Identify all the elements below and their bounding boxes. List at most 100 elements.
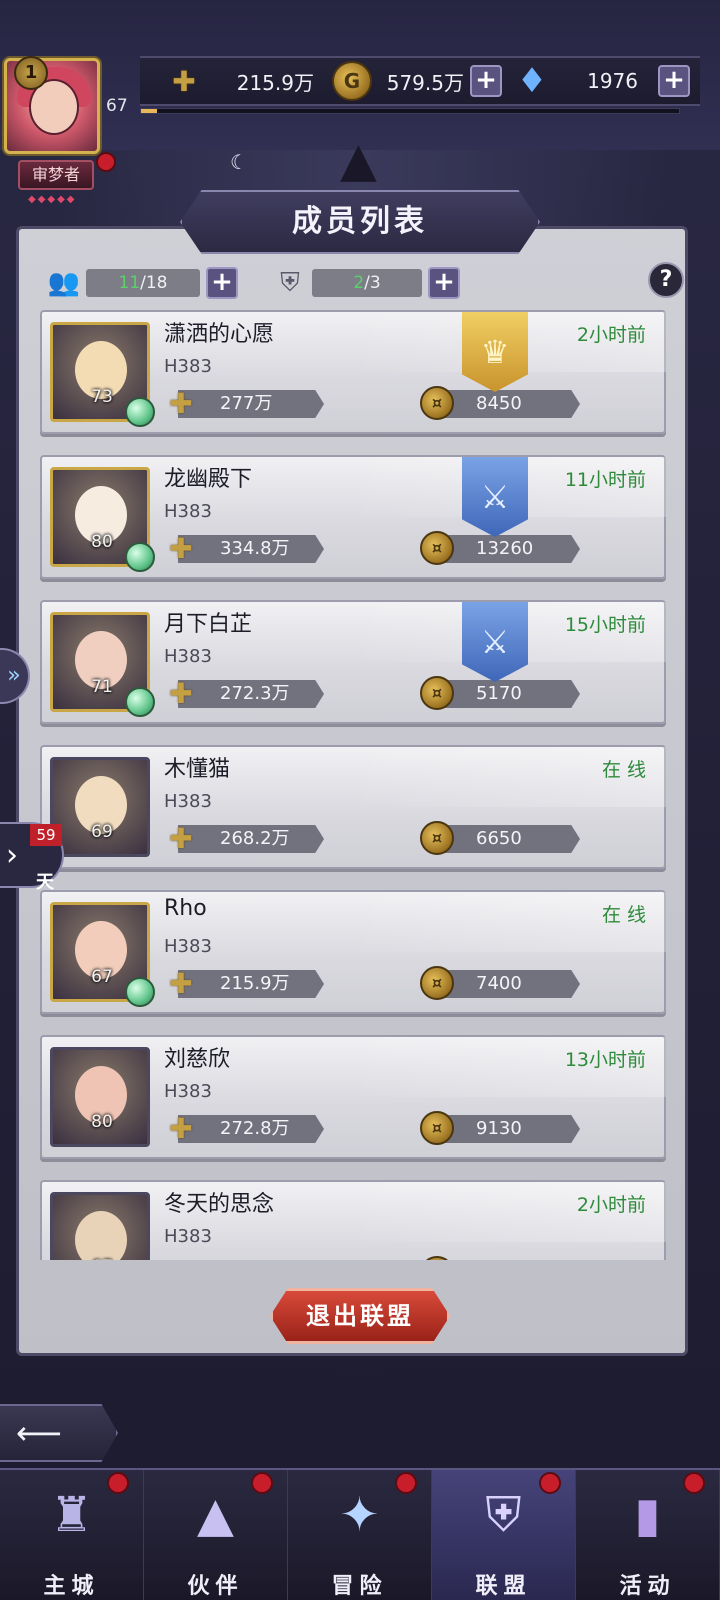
member-server: H383 bbox=[164, 1081, 212, 1102]
nav-guild[interactable]: ⛨ 联盟 bbox=[432, 1470, 576, 1600]
member-level: 67 bbox=[77, 1255, 127, 1260]
member-card[interactable]: 69 木懂猫 H383 268.2万 ✚ 6650 ¤ 在 线 bbox=[40, 745, 666, 869]
member-card[interactable]: 67 冬天的思念 H383 ✚ ¤ 2小时前 bbox=[40, 1180, 666, 1260]
diamond-display: ♦ 1976 + bbox=[512, 61, 692, 101]
sword-icon: ✚ bbox=[172, 64, 196, 98]
nav-label: 活动 bbox=[619, 1574, 676, 1599]
xp-bar bbox=[140, 108, 680, 114]
guild-coin-icon: ¤ bbox=[418, 674, 456, 712]
member-level: 80 bbox=[91, 532, 113, 552]
cards-icon: ▮ bbox=[634, 1487, 661, 1543]
nav-adventure[interactable]: ✦ 冒险 bbox=[288, 1470, 432, 1600]
member-level: 73 bbox=[91, 387, 113, 407]
member-name: 潇洒的心愿 bbox=[164, 322, 275, 347]
add-gold-button[interactable]: + bbox=[470, 65, 502, 97]
help-button[interactable]: ? bbox=[648, 262, 684, 298]
member-avatar[interactable]: 80 bbox=[50, 467, 155, 572]
title-gems-icon: ◆◆◆◆◆ bbox=[28, 194, 77, 205]
member-last-seen: 在 线 bbox=[601, 904, 646, 926]
diamond-icon: ♦ bbox=[516, 61, 548, 101]
gold-coin-icon: G bbox=[332, 61, 372, 101]
member-last-seen: 2小时前 bbox=[576, 1194, 646, 1216]
guild-coin-icon: ¤ bbox=[418, 529, 456, 567]
member-avatar[interactable]: 67 bbox=[50, 902, 155, 1007]
orb-icon bbox=[125, 397, 155, 427]
notification-dot bbox=[96, 152, 116, 172]
member-avatar[interactable]: 69 bbox=[50, 757, 150, 857]
member-server: H383 bbox=[164, 791, 212, 812]
member-server: H383 bbox=[164, 646, 212, 667]
orb-icon bbox=[125, 687, 155, 717]
officer-badge-icon: ⛨ bbox=[280, 267, 300, 298]
member-level: 69 bbox=[91, 822, 113, 842]
days-count-badge: 59 bbox=[30, 824, 62, 846]
member-card[interactable]: 67 Rho H383 215.9万 ✚ 7400 ¤ 在 线 bbox=[40, 890, 666, 1014]
player-title[interactable]: 审梦者 bbox=[18, 160, 94, 190]
member-server: H383 bbox=[164, 501, 212, 522]
bottom-nav: ♜ 主城 ▲ 伙伴 ✦ 冒险 ⛨ 联盟 ▮ 活动 bbox=[0, 1468, 720, 1600]
orb-icon bbox=[125, 542, 155, 572]
add-diamond-button[interactable]: + bbox=[658, 65, 690, 97]
wizard-hat-icon: ▲ bbox=[197, 1487, 234, 1543]
panel-title: 成员列表 bbox=[292, 204, 428, 239]
orb-icon bbox=[125, 977, 155, 1007]
member-avatar[interactable]: 73 bbox=[50, 322, 155, 427]
member-last-seen: 13小时前 bbox=[564, 1049, 646, 1071]
member-count: 👥 11/18 + bbox=[42, 266, 238, 300]
member-count-total: /18 bbox=[140, 273, 168, 293]
gold-display: G 579.5万 + bbox=[332, 61, 502, 101]
nav-label: 联盟 bbox=[475, 1574, 532, 1599]
daily-event-tab[interactable]: 59 › 天 bbox=[0, 822, 64, 893]
member-avatar[interactable]: 71 bbox=[50, 612, 155, 717]
add-member-slot-button[interactable]: + bbox=[206, 267, 238, 299]
notification-dot bbox=[107, 1472, 129, 1494]
member-server: H383 bbox=[164, 356, 212, 377]
member-card[interactable]: 71 月下白芷 H383 272.3万 ✚ 5170 ¤ ⚔ 15小时前 bbox=[40, 600, 666, 724]
crown-icon: ♛ bbox=[462, 312, 528, 392]
member-last-seen: 在 线 bbox=[601, 759, 646, 781]
nav-label: 伙伴 bbox=[187, 1574, 244, 1599]
member-card[interactable]: 80 龙幽殿下 H383 334.8万 ✚ 13260 ¤ ⚔ 11小时前 bbox=[40, 455, 666, 579]
nav-events[interactable]: ▮ 活动 bbox=[576, 1470, 720, 1600]
crossed-swords-icon: ⚔ bbox=[462, 602, 528, 682]
member-level: 71 bbox=[91, 677, 113, 697]
compass-icon: ✦ bbox=[339, 1487, 380, 1543]
player-level: 67 bbox=[106, 96, 128, 116]
leave-guild-button[interactable]: 退出联盟 bbox=[270, 1288, 450, 1344]
notification-dot bbox=[395, 1472, 417, 1494]
add-officer-slot-button[interactable]: + bbox=[428, 267, 460, 299]
member-last-seen: 11小时前 bbox=[564, 469, 646, 491]
officer-count: ⛨ 2/3 + bbox=[268, 266, 460, 300]
castle-icon: ♜ bbox=[49, 1487, 94, 1543]
member-level: 80 bbox=[91, 1112, 113, 1132]
nav-main-city[interactable]: ♜ 主城 bbox=[0, 1470, 144, 1600]
member-count-bar: 11/18 bbox=[86, 269, 200, 297]
member-name: 冬天的思念 bbox=[164, 1192, 275, 1217]
members-icon: 👥 bbox=[47, 268, 81, 298]
days-label: 天 bbox=[36, 872, 54, 893]
guild-coin-icon: ¤ bbox=[418, 964, 456, 1002]
member-name: 月下白芷 bbox=[164, 612, 253, 637]
sword-icon: ✚ bbox=[169, 966, 193, 1000]
power-value: 215.9万 bbox=[236, 70, 314, 95]
sword-icon: ✚ bbox=[169, 531, 193, 565]
member-name: 龙幽殿下 bbox=[164, 467, 253, 492]
member-avatar[interactable]: 67 bbox=[50, 1192, 150, 1260]
shield-icon: ⛨ bbox=[485, 1486, 522, 1543]
member-card[interactable]: 73 潇洒的心愿 H383 277万 ✚ 8450 ¤ ♛ 2小时前 bbox=[40, 310, 666, 434]
guild-coin-icon: ¤ bbox=[418, 1109, 456, 1147]
nav-label: 冒险 bbox=[331, 1574, 388, 1599]
member-avatar[interactable]: 80 bbox=[50, 1047, 150, 1147]
nav-partners[interactable]: ▲ 伙伴 bbox=[144, 1470, 288, 1600]
player-rank-badge: 1 bbox=[14, 56, 48, 90]
title-ornament-icon: ▲ bbox=[340, 132, 377, 188]
nav-label: 主城 bbox=[43, 1574, 100, 1599]
back-button[interactable]: ⟵ bbox=[0, 1404, 118, 1462]
guild-coin-icon: ¤ bbox=[418, 819, 456, 857]
member-list[interactable]: 73 潇洒的心愿 H383 277万 ✚ 8450 ¤ ♛ 2小时前 80 龙幽殿下 H383 334.… bbox=[40, 310, 666, 1260]
diamond-value: 1976 bbox=[587, 69, 638, 93]
power-display: ✚ 215.9万 bbox=[164, 62, 324, 100]
member-card[interactable]: 80 刘慈欣 H383 272.8万 ✚ 9130 ¤ 13小时前 bbox=[40, 1035, 666, 1159]
back-arrow-icon: ⟵ bbox=[16, 1414, 62, 1452]
sword-icon: ✚ bbox=[162, 1254, 200, 1261]
